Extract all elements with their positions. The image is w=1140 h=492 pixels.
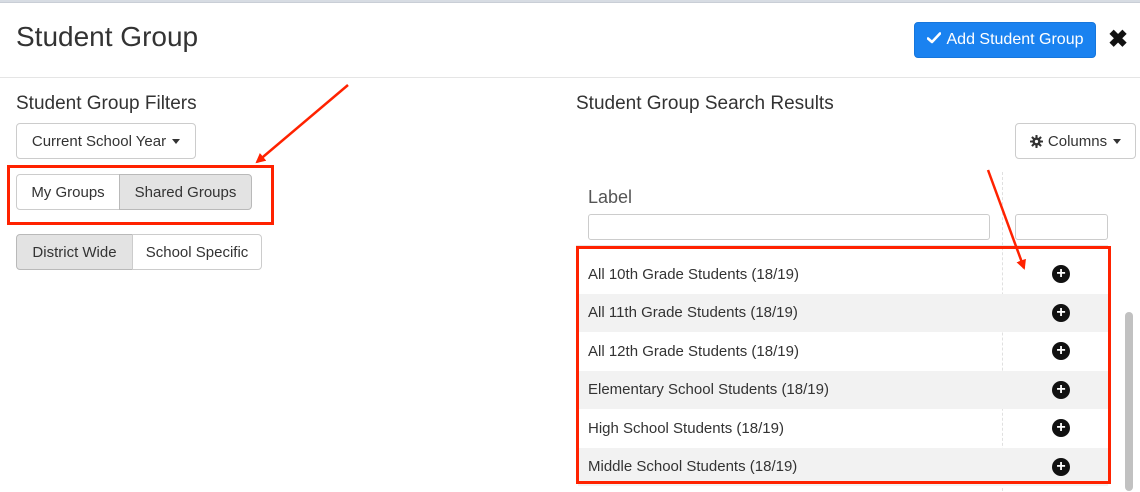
district-wide-label: District Wide (32, 243, 117, 261)
school-specific-button[interactable]: School Specific (132, 234, 262, 270)
label-filter-input[interactable] (588, 214, 990, 240)
modal-title: Student Group (16, 21, 199, 52)
add-student-group-label: Add Student Group (946, 31, 1084, 48)
gear-icon (1029, 134, 1043, 148)
school-year-dropdown-label: Current School Year (31, 132, 167, 150)
results-title: Student Group Search Results (576, 93, 834, 114)
chevron-down-icon (1113, 138, 1122, 144)
school-specific-label: School Specific (145, 243, 249, 261)
annotation-box-results (576, 246, 1111, 484)
annotation-box-ownership-toggle (7, 165, 274, 225)
close-icon[interactable]: ✖ (1106, 25, 1130, 55)
district-wide-button[interactable]: District Wide (16, 234, 133, 270)
columns-button-label: Columns (1047, 132, 1108, 150)
columns-button[interactable]: Columns (1015, 123, 1136, 159)
label-column-header: Label (588, 187, 633, 207)
filters-title: Student Group Filters (16, 93, 197, 114)
check-icon (926, 31, 941, 49)
action-filter-input[interactable] (1015, 214, 1108, 240)
results-scrollbar-thumb[interactable] (1125, 312, 1133, 491)
school-year-dropdown[interactable]: Current School Year (16, 123, 196, 159)
add-student-group-button[interactable]: Add Student Group (914, 22, 1096, 58)
modal-header: Student Group Add Student Group ✖ (0, 3, 1140, 78)
scope-toggle-group: District Wide School Specific (16, 234, 262, 270)
chevron-down-icon (172, 138, 181, 144)
